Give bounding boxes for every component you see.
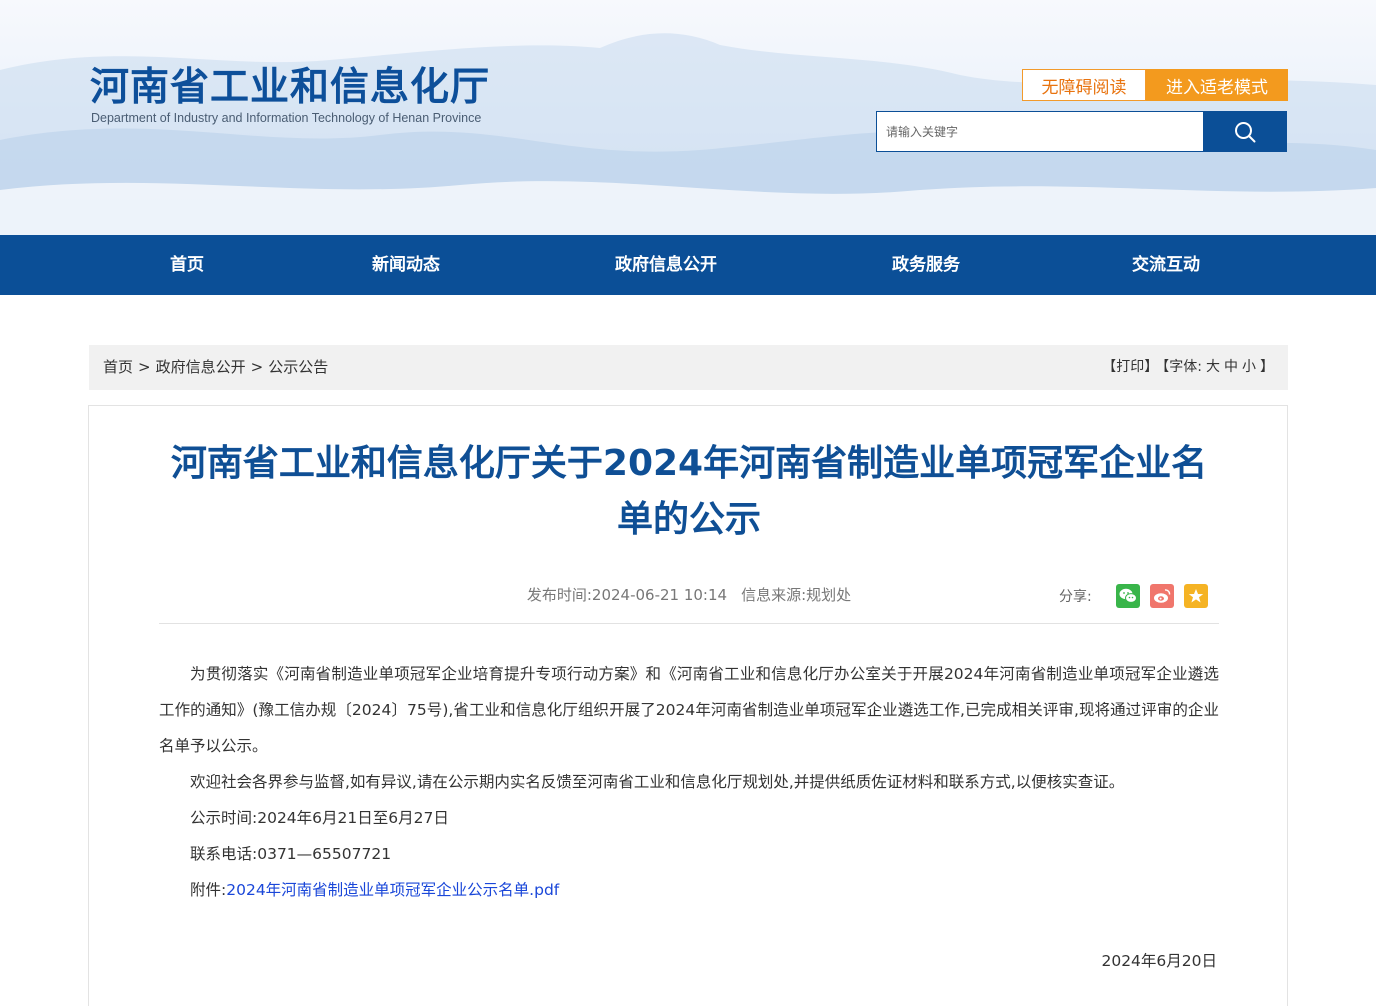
font-large-button[interactable]: 大 xyxy=(1206,359,1220,375)
search-bar xyxy=(876,111,1287,152)
breadcrumb-separator: > xyxy=(138,358,151,376)
search-button[interactable] xyxy=(1203,111,1287,152)
breadcrumb: 首页 > 政府信息公开 > 公示公告 xyxy=(103,345,328,390)
site-logo-title[interactable]: 河南省工业和信息化厅 xyxy=(90,62,490,114)
source: 规划处 xyxy=(806,586,852,604)
publish-time: 2024-06-21 10:14 xyxy=(591,586,728,604)
accessibility-buttons: 无障碍阅读 进入适老模式 xyxy=(1022,69,1288,101)
breadcrumb-gov-info[interactable]: 政府信息公开 xyxy=(156,358,246,376)
favorite-icon[interactable] xyxy=(1183,584,1208,608)
article-paragraph: 联系电话:0371—65507721 xyxy=(190,845,392,863)
publish-time-label: 发布时间: xyxy=(526,586,592,604)
page-tools: 【打印】 【字体: 大中小】 xyxy=(1098,345,1274,390)
print-button[interactable]: 【打印】 xyxy=(1102,359,1158,375)
breadcrumb-notices[interactable]: 公示公告 xyxy=(268,358,328,376)
article-title: 河南省工业和信息化厅关于2024年河南省制造业单项冠军企业名单的公示 xyxy=(170,443,1208,540)
article-paragraph: 为贯彻落实《河南省制造业单项冠军企业培育提升专项行动方案》和《河南省工业和信息化… xyxy=(159,665,1219,755)
nav-item-gov-services[interactable]: 政务服务 xyxy=(892,235,960,295)
attachment-label: 附件: xyxy=(190,881,227,899)
breadcrumb-bar: 首页 > 政府信息公开 > 公示公告 【打印】 【字体: 大中小】 xyxy=(89,345,1288,390)
site-logo-subtitle: Department of Industry and Information T… xyxy=(91,111,482,125)
breadcrumb-home[interactable]: 首页 xyxy=(103,358,133,376)
font-small-button[interactable]: 小 xyxy=(1242,359,1256,375)
font-size-label: 【字体: xyxy=(1162,359,1202,375)
search-icon xyxy=(1235,121,1256,142)
weibo-icon[interactable] xyxy=(1149,584,1174,608)
main-nav: 首页 新闻动态 政府信息公开 政务服务 交流互动 xyxy=(0,235,1376,295)
nav-item-home[interactable]: 首页 xyxy=(170,235,204,295)
article-paragraph: 公示时间:2024年6月21日至6月27日 xyxy=(190,809,449,827)
nav-item-interaction[interactable]: 交流互动 xyxy=(1132,235,1200,295)
source-label: 信息来源: xyxy=(741,586,807,604)
share-bar: 分享: xyxy=(1059,583,1208,609)
nav-item-news[interactable]: 新闻动态 xyxy=(372,235,440,295)
font-medium-button[interactable]: 中 xyxy=(1224,359,1238,375)
breadcrumb-separator: > xyxy=(250,358,264,376)
article-paragraph: 欢迎社会各界参与监督,如有异议,请在公示期内实名反馈至河南省工业和信息化厅规划处… xyxy=(190,773,1125,791)
site-header: 河南省工业和信息化厅 Department of Industry and In… xyxy=(0,0,1376,235)
accessible-reading-button[interactable]: 无障碍阅读 xyxy=(1022,69,1146,101)
nav-item-gov-info[interactable]: 政府信息公开 xyxy=(615,235,717,295)
article-panel: 河南省工业和信息化厅关于2024年河南省制造业单项冠军企业名单的公示 发布时间:… xyxy=(88,405,1288,1006)
search-input[interactable] xyxy=(876,111,1203,152)
elder-mode-button[interactable]: 进入适老模式 xyxy=(1146,69,1288,101)
font-size-close: 】 xyxy=(1260,359,1274,375)
attachment-link[interactable]: 2024年河南省制造业单项冠军企业公示名单.pdf xyxy=(226,881,559,899)
wechat-icon[interactable] xyxy=(1115,584,1140,608)
meta-divider xyxy=(159,623,1219,624)
sign-date: 2024年6月20日 xyxy=(1101,952,1217,970)
share-label: 分享: xyxy=(1059,589,1092,605)
article-body: 为贯彻落实《河南省制造业单项冠军企业培育提升专项行动方案》和《河南省工业和信息化… xyxy=(159,656,1219,908)
attachment-row: 附件:2024年河南省制造业单项冠军企业公示名单.pdf xyxy=(159,872,1219,908)
